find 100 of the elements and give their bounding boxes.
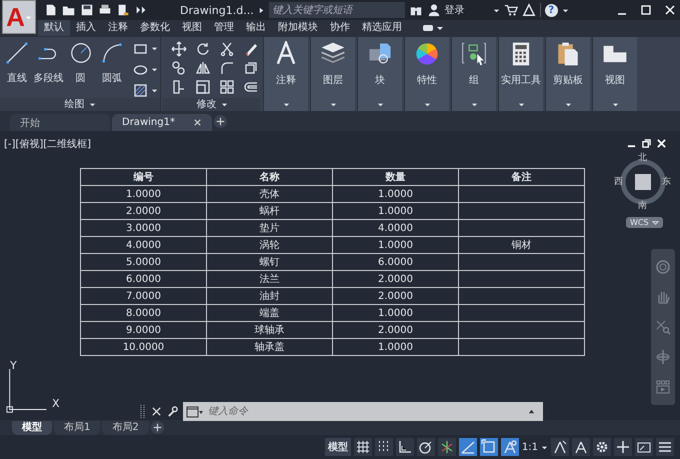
caret-icon [376, 101, 384, 108]
help-button[interactable]: ? [544, 4, 558, 16]
triangle-network-icon[interactable] [522, 3, 536, 17]
rotate-icon[interactable] [195, 41, 211, 57]
snap-dots-icon[interactable] [374, 438, 393, 456]
showmotion-icon[interactable] [655, 379, 671, 395]
fillet-icon[interactable] [219, 60, 235, 76]
menu-icon[interactable] [656, 438, 674, 456]
table-cell: 2.0000 [80, 202, 206, 220]
panel-title[interactable]: 绘图 [64, 98, 84, 111]
array-icon[interactable] [219, 79, 235, 95]
ribbon-panel-button[interactable]: 剪贴板 [545, 37, 590, 111]
copy-icon[interactable] [171, 60, 187, 76]
compass-label[interactable]: 北 [638, 153, 647, 163]
draw-tool-button[interactable]: 多段线 [34, 41, 64, 85]
maximize-icon[interactable] [640, 4, 652, 16]
file-tab[interactable]: Drawing1* [112, 114, 212, 131]
gear-icon[interactable] [593, 438, 611, 456]
draw-tool-button[interactable]: 圆弧 [97, 41, 128, 85]
steering-wheel-icon[interactable] [655, 259, 671, 275]
annotation-icon[interactable] [500, 438, 519, 456]
ribbon-tab[interactable]: 附加模块 [272, 20, 324, 36]
command-line-field[interactable]: 键入命令 [183, 402, 543, 421]
stretch-icon[interactable] [171, 79, 187, 95]
ribbon-panel-button[interactable]: 组 [451, 37, 496, 111]
search-field[interactable]: 键入关键字或短语 [268, 2, 405, 18]
ribbon-panel-button[interactable]: 特性 [404, 37, 449, 111]
annotation-visibility-icon[interactable] [572, 438, 590, 456]
autoscale-icon[interactable] [551, 438, 569, 456]
ribbon-panel-button[interactable]: 实用工具 [498, 37, 543, 111]
caret-icon[interactable] [562, 6, 569, 14]
object-track-icon[interactable] [458, 438, 477, 456]
mirror-icon[interactable] [195, 60, 211, 76]
document-share-icon[interactable] [116, 3, 130, 17]
grid-icon[interactable] [354, 438, 372, 456]
ribbon-tab[interactable]: 视图 [176, 20, 208, 36]
compass-label[interactable]: 南 [638, 201, 647, 211]
command-input-field[interactable]: 键入命令 [208, 406, 524, 417]
ribbon-tab[interactable]: 管理 [208, 20, 240, 36]
viewport-controls-label[interactable]: [-][俯视][二维线框] [4, 137, 92, 151]
user-icon[interactable] [426, 3, 441, 17]
caret-icon[interactable] [88, 101, 96, 108]
caret-icon[interactable] [151, 87, 158, 94]
explode-icon[interactable] [243, 60, 259, 76]
ribbon-panel-button[interactable]: 视图 [592, 37, 637, 111]
model-space-button[interactable]: 模型 [324, 438, 351, 456]
isometric-icon[interactable] [438, 438, 456, 456]
scale-icon[interactable] [195, 79, 211, 95]
compass-label[interactable]: 西 [614, 177, 623, 187]
compass-label[interactable]: 东 [662, 177, 671, 187]
draw-tool-button[interactable]: 圆 [66, 41, 96, 85]
save-icon[interactable] [80, 3, 94, 17]
polar-icon[interactable] [416, 438, 435, 456]
caret-icon[interactable] [541, 444, 548, 450]
file-tab[interactable]: 开始 [10, 114, 110, 131]
orbit-icon[interactable] [655, 349, 671, 365]
zoom-icon[interactable] [655, 319, 671, 335]
layout-tab[interactable]: 模型 [12, 420, 52, 434]
layout-tab[interactable]: 布局1 [54, 420, 100, 434]
cart-icon[interactable] [504, 3, 518, 17]
layout-tab[interactable]: 布局2 [102, 420, 149, 434]
caret-icon[interactable] [220, 101, 228, 108]
hatch-icon[interactable] [133, 83, 148, 98]
caret-icon[interactable] [492, 6, 500, 14]
restore-icon[interactable] [642, 139, 651, 148]
close-icon[interactable] [193, 118, 202, 127]
trim-icon[interactable] [219, 41, 235, 57]
draw-tool-button[interactable]: 直线 [2, 41, 32, 85]
caret-icon[interactable] [151, 66, 158, 73]
caret-icon[interactable] [151, 45, 158, 52]
sign-in-link[interactable]: 登录 [444, 3, 465, 17]
ribbon-panel-button[interactable]: 图层 [310, 37, 355, 111]
eraser-icon[interactable] [243, 41, 259, 57]
terminal-icon[interactable] [186, 406, 204, 418]
wcs-dropdown[interactable]: WCS [626, 217, 663, 228]
ortho-icon[interactable] [396, 438, 414, 456]
line-icon [4, 41, 29, 65]
move-icon[interactable] [171, 41, 187, 57]
table-cell: 8.0000 [80, 304, 206, 322]
plus-icon[interactable] [614, 438, 632, 456]
close-icon[interactable] [151, 406, 162, 417]
ribbon-tab[interactable]: 参数化 [134, 20, 176, 36]
ribbon-panel-button[interactable]: 块 [357, 37, 402, 111]
grip-handle-icon[interactable] [140, 404, 146, 420]
new-file-icon[interactable] [44, 3, 58, 17]
ribbon-tab[interactable]: 默认 [38, 20, 70, 36]
ribbon-panel-button[interactable]: 注释 [263, 37, 308, 111]
add-tab-icon[interactable] [214, 114, 227, 128]
ribbon-tab[interactable]: 精选应用 [356, 20, 408, 36]
fullscreen-icon[interactable] [635, 438, 653, 456]
object-snap-icon[interactable] [480, 438, 498, 456]
expand-up-icon[interactable] [528, 408, 535, 415]
ribbon-tab[interactable]: 输出 [240, 20, 272, 36]
ribbon-tab[interactable]: 插入 [70, 20, 102, 36]
annotation-scale-button[interactable]: 1:1 [522, 442, 538, 452]
ribbon-tab[interactable]: 协作 [324, 20, 356, 36]
add-tab-icon[interactable] [150, 421, 164, 434]
video-dropdown-icon[interactable] [422, 23, 444, 33]
ribbon-tab[interactable]: 注释 [102, 20, 134, 36]
wrench-icon[interactable] [167, 406, 178, 417]
